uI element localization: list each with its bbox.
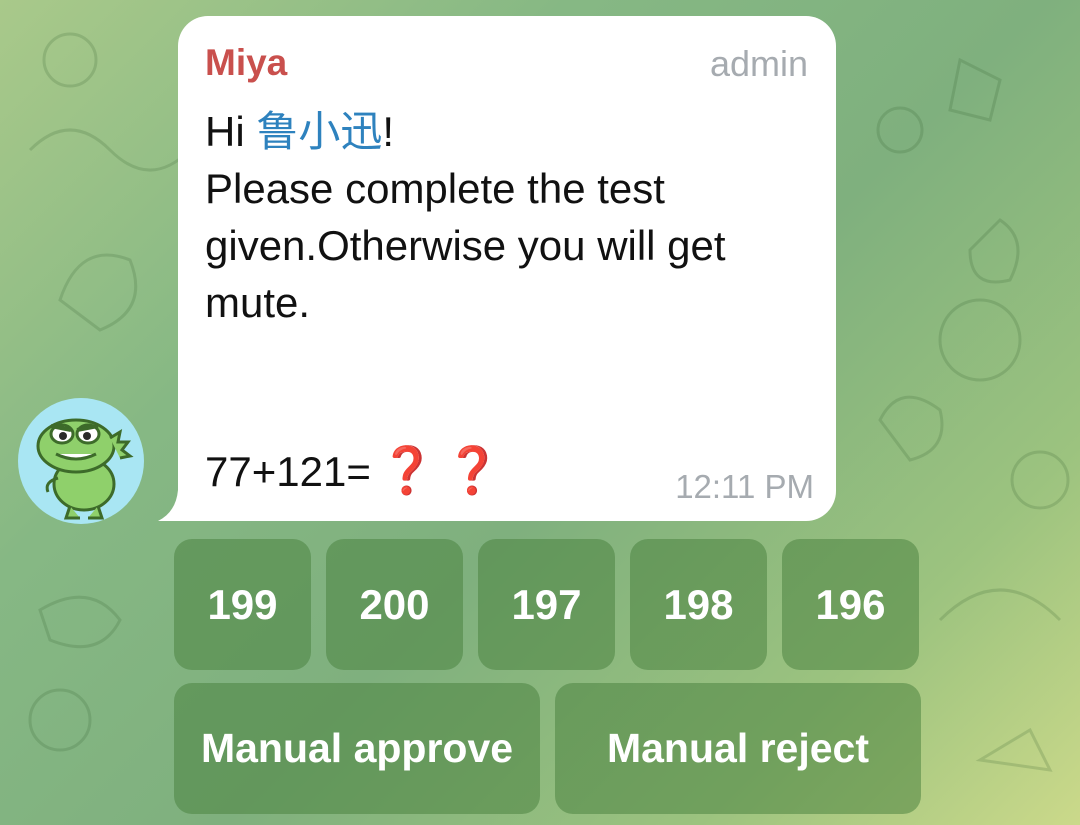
green-dinosaur-icon	[36, 418, 134, 520]
question-mark-icon: ❓	[444, 444, 502, 496]
greeting-prefix: Hi	[205, 108, 257, 155]
question-mark-icon: ❓	[378, 444, 437, 496]
manual-approve-button[interactable]: Manual approve	[174, 683, 540, 814]
sender-avatar[interactable]	[18, 398, 144, 524]
greeting-suffix: !	[382, 108, 395, 155]
equation-text: 77+121=	[205, 448, 371, 495]
answer-button-3[interactable]: 197	[478, 539, 615, 670]
answer-button-1[interactable]: 199	[174, 539, 311, 670]
message-text: Hi 鲁小迅! Please complete the test given.O…	[205, 103, 815, 331]
sender-name[interactable]: Miya	[205, 42, 287, 84]
message-bubble[interactable]: Miya admin Hi 鲁小迅! Please complete the t…	[178, 16, 836, 521]
message-body: Please complete the test given.Otherwise…	[205, 165, 726, 326]
manual-reject-button[interactable]: Manual reject	[555, 683, 921, 814]
message-timestamp: 12:11 PM	[675, 468, 814, 505]
sender-role-badge: admin	[709, 43, 808, 84]
answer-button-4[interactable]: 198	[630, 539, 767, 670]
answer-button-2[interactable]: 200	[326, 539, 463, 670]
user-mention-link[interactable]: 鲁小迅	[256, 108, 382, 155]
captcha-equation: 77+121= ❓ ❓	[205, 444, 501, 498]
answer-button-5[interactable]: 196	[782, 539, 919, 670]
